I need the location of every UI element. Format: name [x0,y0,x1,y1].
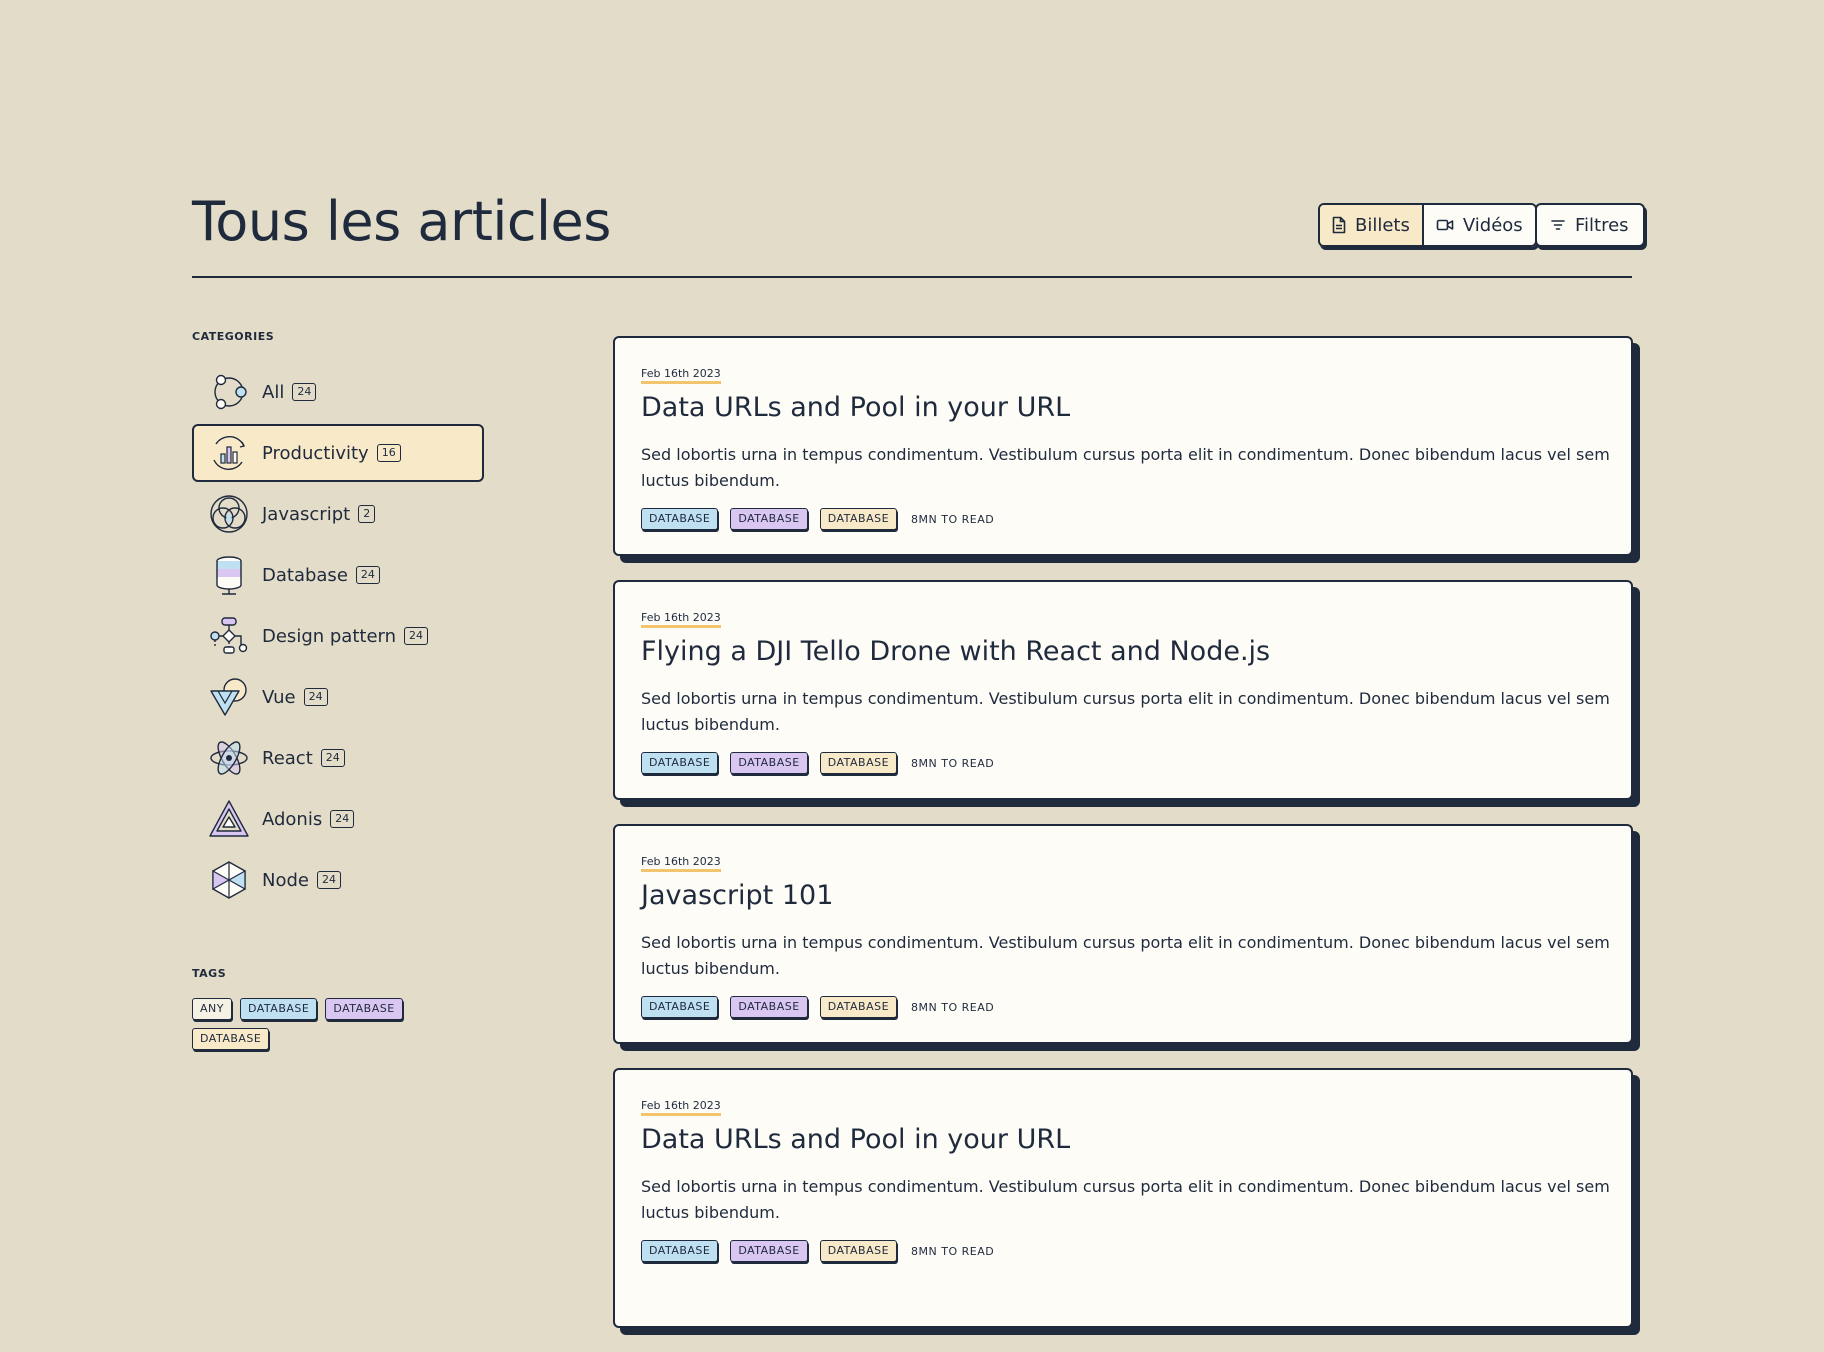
category-count: 24 [303,688,328,706]
posts-toggle-label: Billets [1355,214,1410,236]
videos-toggle-label: Vidéos [1462,214,1523,236]
design-pattern-flowchart-icon [210,617,248,654]
article-title[interactable]: Javascript 101 [641,878,1601,914]
tags-heading: TAGS [192,967,227,980]
category-label: Productivity [262,442,369,464]
article-excerpt: Sed lobortis urna in tempus condimentum.… [641,689,1610,734]
article-tag[interactable]: DATABASE [819,508,898,530]
view-toggle: Billets Vidéos [1318,203,1537,247]
article-tag[interactable]: DATABASE [730,508,808,530]
read-time: 8MN TO READ [911,1000,995,1014]
article-excerpt: Sed lobortis urna in tempus condimentum.… [641,445,1610,490]
video-camera-icon [1436,219,1454,231]
tag-filter[interactable]: DATABASE [239,998,318,1020]
article-tag[interactable]: DATABASE [730,752,808,774]
category-count: 24 [330,810,355,828]
category-item-design-pattern[interactable]: Design pattern 24 [192,607,484,665]
filter-icon [1551,220,1565,230]
category-item-all[interactable]: All 24 [192,363,484,421]
category-label: Design pattern [262,625,397,647]
article-card[interactable]: Feb 16th 2023 Javascript 101 Sed loborti… [613,824,1633,1044]
article-meta: DATABASE DATABASE DATABASE 8MN TO READ [641,1240,1605,1262]
filters-button[interactable]: Filtres [1535,203,1645,247]
article-tag[interactable]: DATABASE [819,996,898,1018]
category-item-node[interactable]: Node 24 [192,851,484,909]
category-item-react[interactable]: React 24 [192,729,484,787]
read-time: 8MN TO READ [911,1244,995,1258]
read-time: 8MN TO READ [911,756,995,770]
adonis-triangle-icon [209,800,249,837]
article-card[interactable]: Feb 16th 2023 Data URLs and Pool in your… [613,336,1633,556]
article-date: Feb 16th 2023 [641,367,721,384]
category-count: 24 [355,566,380,584]
article-tag[interactable]: DATABASE [819,1240,898,1262]
category-label: Database [262,564,348,586]
database-icon [216,556,242,595]
category-list: All 24 Productivity 16 Javascript 2 Data… [192,363,492,909]
article-tag[interactable]: DATABASE [641,508,719,530]
article-tag[interactable]: DATABASE [819,752,898,774]
category-item-database[interactable]: Database 24 [192,546,484,604]
category-count: 24 [292,383,317,401]
categories-heading: CATEGORIES [192,330,275,343]
category-label: Vue [262,686,296,708]
document-icon [1332,216,1346,234]
article-date: Feb 16th 2023 [641,1099,721,1116]
article-tag[interactable]: DATABASE [641,1240,719,1262]
article-meta: DATABASE DATABASE DATABASE 8MN TO READ [641,996,1605,1018]
category-item-vue[interactable]: Vue 24 [192,668,484,726]
category-item-adonis[interactable]: Adonis 24 [192,790,484,848]
article-title[interactable]: Data URLs and Pool in your URL [641,390,1601,426]
category-label: Adonis [262,808,323,830]
category-count: 24 [316,871,341,889]
article-list: Feb 16th 2023 Data URLs and Pool in your… [613,336,1633,1352]
read-time: 8MN TO READ [911,512,995,526]
article-card[interactable]: Feb 16th 2023 Data URLs and Pool in your… [613,1068,1633,1328]
article-meta: DATABASE DATABASE DATABASE 8MN TO READ [641,752,1605,774]
category-label: React [262,747,313,769]
article-tag[interactable]: DATABASE [730,1240,808,1262]
vue-triangle-icon [210,678,247,716]
article-excerpt: Sed lobortis urna in tempus condimentum.… [641,933,1610,978]
category-count: 24 [320,749,345,767]
category-count: 2 [358,505,376,523]
page: Tous les articles Billets Vidéos Filtres… [0,0,1824,1328]
videos-toggle-button[interactable]: Vidéos [1423,205,1535,245]
category-label: Node [262,869,309,891]
category-count: 24 [404,627,429,645]
category-count: 16 [376,444,401,462]
filters-label: Filtres [1575,214,1629,236]
article-title[interactable]: Flying a DJI Tello Drone with React and … [641,634,1601,670]
page-title: Tous les articles [192,190,611,253]
page-header: Tous les articles Billets Vidéos Filtres [192,186,1645,278]
tag-filter[interactable]: DATABASE [192,1028,270,1050]
tag-filter[interactable]: DATABASE [325,998,403,1020]
article-excerpt: Sed lobortis urna in tempus condimentum.… [641,1177,1610,1222]
react-atom-icon [210,741,248,775]
category-item-productivity[interactable]: Productivity 16 [192,424,484,482]
article-card[interactable]: Feb 16th 2023 Flying a DJI Tello Drone w… [613,580,1633,800]
category-label: All [262,381,285,403]
tag-filter-any[interactable]: ANY [192,998,232,1020]
article-title[interactable]: Data URLs and Pool in your URL [641,1122,1161,1158]
article-tag[interactable]: DATABASE [641,996,719,1018]
category-label: Javascript [262,503,351,525]
posts-toggle-button[interactable]: Billets [1320,205,1424,245]
article-tag[interactable]: DATABASE [730,996,808,1018]
article-meta: DATABASE DATABASE DATABASE 8MN TO READ [641,508,1605,530]
article-tag[interactable]: DATABASE [641,752,719,774]
article-date: Feb 16th 2023 [641,611,721,628]
tag-filter-list: ANY DATABASE DATABASE DATABASE [192,998,452,1050]
all-network-icon [214,374,247,410]
productivity-chart-icon [213,435,246,471]
node-hexagon-icon [212,861,246,899]
javascript-venn-icon [210,495,248,533]
category-item-javascript[interactable]: Javascript 2 [192,485,484,543]
sidebar: CATEGORIES All 24 Productivity 16 Javasc… [192,330,492,1050]
article-date: Feb 16th 2023 [641,855,721,872]
